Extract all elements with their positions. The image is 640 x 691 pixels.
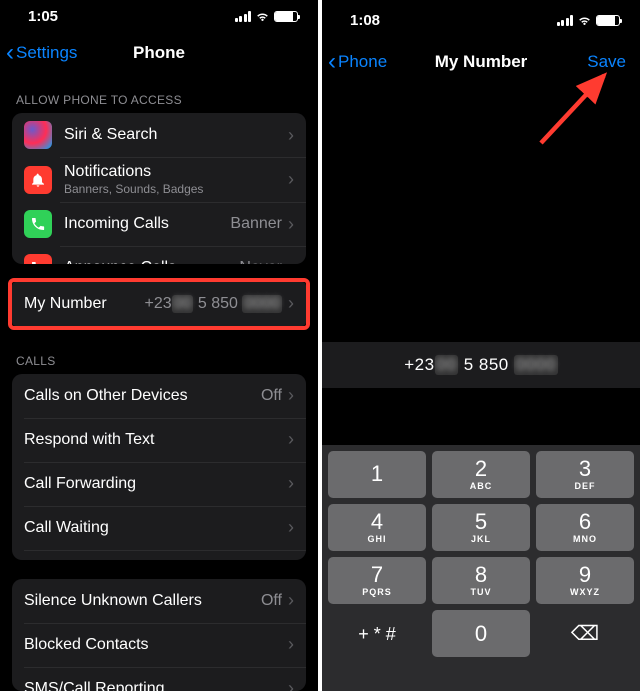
row-label: Call Waiting: [24, 519, 288, 537]
chevron-right-icon: ›: [288, 385, 294, 406]
notifications-row[interactable]: Notifications Banners, Sounds, Badges ›: [12, 157, 306, 202]
back-label: Settings: [16, 43, 77, 63]
wifi-icon: [255, 11, 270, 22]
keypad: 1 2ABC 3DEF 4GHI 5JKL 6MNO 7PQRS 8TUV 9W…: [322, 445, 640, 663]
section-header-allow: ALLOW PHONE TO ACCESS: [0, 71, 318, 113]
chevron-right-icon: ›: [288, 473, 294, 494]
row-sublabel: Banners, Sounds, Badges: [64, 182, 288, 196]
chevron-left-icon: ‹: [6, 41, 14, 65]
row-label: Respond with Text: [24, 431, 288, 449]
chevron-right-icon: ›: [288, 125, 294, 146]
status-bar: 1:08: [322, 0, 640, 40]
status-time: 1:08: [350, 12, 380, 29]
chevron-right-icon: ›: [288, 214, 294, 235]
key-5[interactable]: 5JKL: [432, 504, 530, 551]
call-forwarding-row[interactable]: Call Forwarding ›: [12, 462, 306, 506]
chevron-right-icon: ›: [288, 293, 294, 314]
number-field[interactable]: +2300 5 850 0000: [322, 342, 640, 388]
chevron-left-icon: ‹: [328, 50, 336, 74]
chevron-right-icon: ›: [288, 517, 294, 538]
my-number-value: +2300 5 850 0000: [145, 295, 282, 313]
row-value: Off: [261, 592, 282, 610]
key-6[interactable]: 6MNO: [536, 504, 634, 551]
row-value: Off: [261, 387, 282, 405]
row-label: Call Forwarding: [24, 475, 288, 493]
caller-id-row[interactable]: Show My Caller ID ›: [12, 550, 306, 561]
signal-icon: [235, 11, 252, 22]
signal-icon: [557, 15, 574, 26]
key-0[interactable]: 0: [432, 610, 530, 657]
back-button[interactable]: ‹ Settings: [6, 34, 77, 71]
respond-text-row[interactable]: Respond with Text ›: [12, 418, 306, 462]
row-label: Silence Unknown Callers: [24, 592, 261, 610]
nav-bar: ‹ Phone My Number Save: [322, 40, 640, 84]
row-label: My Number: [24, 295, 145, 313]
key-symbols[interactable]: + * #: [328, 610, 426, 657]
row-label: Calls on Other Devices: [24, 387, 261, 405]
section-header-calls: CALLS: [0, 344, 318, 374]
key-backspace[interactable]: ⌫: [536, 610, 634, 657]
sms-reporting-row[interactable]: SMS/Call Reporting ›: [12, 667, 306, 691]
my-number-screen: 1:08 ‹ Phone My Number Save +2300 5 850 …: [322, 0, 640, 691]
row-label: Incoming Calls: [64, 215, 230, 233]
save-button[interactable]: Save: [587, 40, 626, 84]
chevron-right-icon: ›: [288, 429, 294, 450]
chevron-right-icon: ›: [288, 169, 294, 190]
row-label: Siri & Search: [64, 126, 288, 144]
wifi-icon: [577, 15, 592, 26]
chevron-right-icon: ›: [288, 258, 294, 264]
chevron-right-icon: ›: [288, 678, 294, 691]
more-group: Silence Unknown Callers Off › Blocked Co…: [12, 579, 306, 691]
incoming-calls-icon: [24, 210, 52, 238]
row-value: Never: [239, 259, 282, 263]
row-label: Blocked Contacts: [24, 636, 288, 654]
back-button[interactable]: ‹ Phone: [328, 40, 387, 84]
silence-unknown-row[interactable]: Silence Unknown Callers Off ›: [12, 579, 306, 623]
key-3[interactable]: 3DEF: [536, 451, 634, 498]
announce-calls-row[interactable]: Announce Calls Never ›: [12, 246, 306, 263]
chevron-right-icon: ›: [288, 590, 294, 611]
battery-icon: [274, 11, 298, 22]
back-label: Phone: [338, 52, 387, 72]
calls-other-devices-row[interactable]: Calls on Other Devices Off ›: [12, 374, 306, 418]
siri-icon: [24, 121, 52, 149]
status-time: 1:05: [28, 8, 58, 25]
nav-title: Phone: [133, 43, 185, 63]
row-label: Announce Calls: [64, 259, 239, 263]
phone-settings-screen: 1:05 ‹ Settings Phone ALLOW PHONE TO ACC…: [0, 0, 318, 691]
my-number-row[interactable]: My Number +2300 5 850 0000 ›: [12, 282, 306, 326]
key-1[interactable]: 1: [328, 451, 426, 498]
chevron-right-icon: ›: [288, 634, 294, 655]
status-bar: 1:05: [0, 0, 318, 34]
incoming-calls-row[interactable]: Incoming Calls Banner ›: [12, 202, 306, 246]
calls-group: Calls on Other Devices Off › Respond wit…: [12, 374, 306, 561]
row-label: Notifications: [64, 163, 288, 181]
nav-bar: ‹ Settings Phone: [0, 34, 318, 71]
key-8[interactable]: 8TUV: [432, 557, 530, 604]
notifications-icon: [24, 166, 52, 194]
backspace-icon: ⌫: [571, 624, 599, 644]
key-9[interactable]: 9WXYZ: [536, 557, 634, 604]
battery-icon: [596, 15, 620, 26]
announce-calls-icon: [24, 254, 52, 263]
blocked-contacts-row[interactable]: Blocked Contacts ›: [12, 623, 306, 667]
call-waiting-row[interactable]: Call Waiting ›: [12, 506, 306, 550]
nav-title: My Number: [435, 52, 528, 72]
siri-search-row[interactable]: Siri & Search ›: [12, 113, 306, 157]
row-label: SMS/Call Reporting: [24, 680, 288, 691]
key-4[interactable]: 4GHI: [328, 504, 426, 551]
access-group: Siri & Search › Notifications Banners, S…: [12, 113, 306, 263]
highlight-box: My Number +2300 5 850 0000 ›: [8, 278, 310, 330]
row-value: Banner: [230, 215, 282, 233]
key-7[interactable]: 7PQRS: [328, 557, 426, 604]
key-2[interactable]: 2ABC: [432, 451, 530, 498]
